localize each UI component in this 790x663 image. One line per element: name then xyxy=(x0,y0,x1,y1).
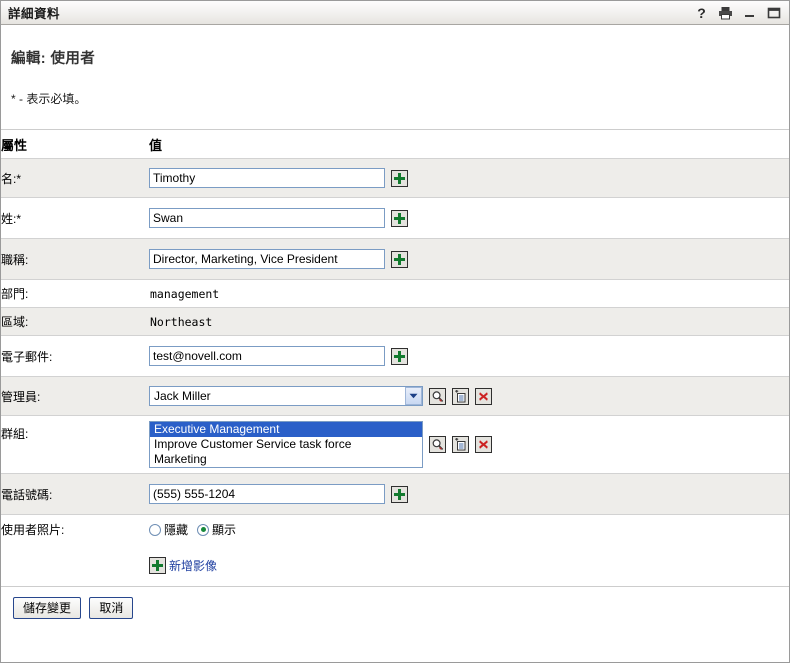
radio-hide-label: 隱藏 xyxy=(164,523,189,538)
groups-listbox[interactable]: Executive Management Improve Customer Se… xyxy=(149,421,423,468)
table-row: 管理員: Jack Miller xyxy=(1,376,789,416)
table-row: 部門: management xyxy=(1,279,789,308)
field-cell-groups: Executive Management Improve Customer Se… xyxy=(149,415,789,474)
red-x-icon[interactable] xyxy=(475,436,492,453)
field-cell-manager: Jack Miller xyxy=(149,376,789,416)
minimize-icon[interactable] xyxy=(742,5,757,20)
attributes-table: 屬性 值 名:* 姓:* xyxy=(1,130,789,587)
field-cell-phone xyxy=(149,473,789,515)
field-label-first-name: 名:* xyxy=(1,158,149,198)
table-row: 電子郵件: xyxy=(1,335,789,377)
save-button[interactable]: 儲存變更 xyxy=(13,597,82,619)
add-image-cell: 新增影像 xyxy=(149,544,789,587)
table-row: 群組: Executive Management Improve Custome… xyxy=(1,415,789,474)
window-title-bar: 詳細資料 ? xyxy=(1,1,789,25)
field-label-phone: 電話號碼: xyxy=(1,473,149,515)
table-row: 職稱: xyxy=(1,238,789,280)
magnifier-icon[interactable] xyxy=(429,436,446,453)
table-row: 姓:* xyxy=(1,197,789,239)
cancel-button[interactable]: 取消 xyxy=(89,597,134,619)
title-input[interactable] xyxy=(149,249,385,269)
radio-show[interactable]: 顯示 xyxy=(197,521,236,538)
window-content: 編輯: 使用者 * - 表示必填。 屬性 值 名:* Timothy 姓:* S… xyxy=(1,25,789,662)
field-label-title: 職稱: xyxy=(1,238,149,280)
region-value: Northeast xyxy=(150,314,213,329)
field-label-email: 電子郵件: xyxy=(1,335,149,377)
field-label-department: 部門: xyxy=(1,279,149,308)
maximize-icon[interactable] xyxy=(766,5,781,20)
chevron-down-icon[interactable] xyxy=(405,387,422,405)
plus-icon[interactable] xyxy=(391,347,408,365)
add-image-spacer xyxy=(1,544,149,587)
email-input[interactable] xyxy=(149,346,385,366)
add-image-row: 新增影像 xyxy=(1,544,789,587)
window-controls: ? xyxy=(694,5,783,20)
page-title: 編輯: 使用者 xyxy=(11,51,96,67)
add-image-link[interactable]: 新增影像 xyxy=(149,556,218,574)
page-header-block: 編輯: 使用者 * - 表示必填。 xyxy=(1,25,789,130)
phone-input[interactable] xyxy=(149,484,385,504)
table-row: 使用者照片: 隱藏 顯示 xyxy=(1,514,789,545)
plus-icon[interactable] xyxy=(391,209,408,227)
field-label-region: 區域: xyxy=(1,307,149,336)
user-photo-radio-group: 隱藏 顯示 xyxy=(149,521,789,538)
last-name-input[interactable] xyxy=(149,208,385,228)
radio-show-label: 顯示 xyxy=(212,523,237,538)
list-item[interactable]: Marketing xyxy=(150,452,422,467)
field-cell-first-name xyxy=(149,158,789,198)
details-window: 詳細資料 ? 編輯: 使用者 * - 表示必填。 屬性 值 名:* Timoth… xyxy=(0,0,790,663)
field-cell-title xyxy=(149,238,789,280)
radio-hide[interactable]: 隱藏 xyxy=(149,521,188,538)
table-row: 電話號碼: xyxy=(1,473,789,515)
red-x-icon[interactable] xyxy=(475,387,492,405)
document-add-icon[interactable] xyxy=(452,436,469,453)
document-add-icon[interactable] xyxy=(452,387,469,405)
magnifier-icon[interactable] xyxy=(429,387,446,405)
add-image-label: 新增影像 xyxy=(169,558,218,573)
table-row: 名:* xyxy=(1,158,789,198)
field-label-groups: 群組: xyxy=(1,415,149,474)
column-header-attribute: 屬性 xyxy=(1,130,149,159)
first-name-input[interactable] xyxy=(149,168,385,188)
form-footer: 儲存變更 取消 xyxy=(1,587,789,619)
help-icon[interactable]: ? xyxy=(694,5,709,20)
field-cell-region: Northeast xyxy=(149,307,789,336)
field-label-last-name: 姓:* xyxy=(1,197,149,239)
plus-icon[interactable] xyxy=(149,556,166,574)
radio-circle-icon[interactable] xyxy=(149,523,161,536)
print-icon[interactable] xyxy=(718,5,733,20)
plus-icon[interactable] xyxy=(391,169,408,187)
field-label-user-photo: 使用者照片: xyxy=(1,514,149,545)
table-row: 區域: Northeast xyxy=(1,307,789,336)
table-header-row: 屬性 值 xyxy=(1,130,789,159)
column-header-value: 值 xyxy=(149,130,789,159)
field-cell-department: management xyxy=(149,279,789,308)
plus-icon[interactable] xyxy=(391,250,408,268)
list-item[interactable]: Executive Management xyxy=(150,422,422,437)
manager-selected-value: Jack Miller xyxy=(154,389,211,403)
department-value: management xyxy=(150,286,220,301)
list-item[interactable]: Improve Customer Service task force xyxy=(150,437,422,452)
manager-select[interactable]: Jack Miller xyxy=(149,386,423,406)
window-title: 詳細資料 xyxy=(8,7,61,21)
plus-icon[interactable] xyxy=(391,485,408,503)
radio-circle-selected-icon[interactable] xyxy=(197,523,210,536)
svg-text:?: ? xyxy=(697,6,706,20)
field-cell-last-name xyxy=(149,197,789,239)
field-cell-email xyxy=(149,335,789,377)
field-label-manager: 管理員: xyxy=(1,376,149,416)
required-field-note: * - 表示必填。 xyxy=(11,92,87,106)
field-cell-user-photo: 隱藏 顯示 xyxy=(149,514,789,545)
